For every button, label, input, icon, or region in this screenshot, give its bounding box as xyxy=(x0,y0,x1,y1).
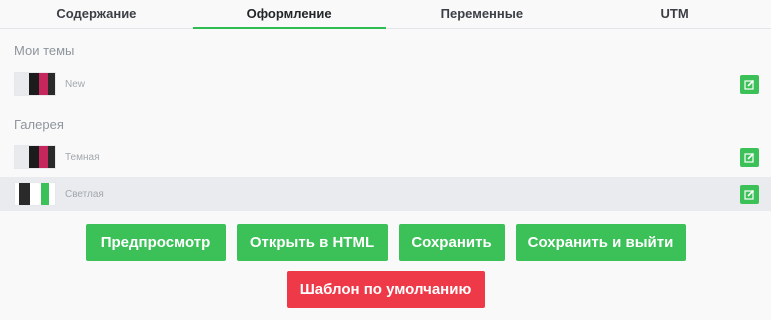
default-template-button[interactable]: Шаблон по умолчанию xyxy=(286,271,485,308)
tab-design[interactable]: Оформление xyxy=(192,0,386,29)
theme-name: Светлая xyxy=(65,188,104,200)
edit-theme-button[interactable] xyxy=(740,74,759,94)
tab-variables[interactable]: Переменные xyxy=(386,0,579,28)
theme-row-dark[interactable]: Темная xyxy=(0,140,771,174)
edit-icon xyxy=(744,152,755,163)
gallery-title: Галерея xyxy=(14,117,64,132)
tab-bar: Содержание Оформление Переменные UTM xyxy=(0,0,771,29)
save-and-exit-button[interactable]: Сохранить и выйти xyxy=(515,224,686,261)
theme-thumbnail xyxy=(14,72,56,96)
save-button[interactable]: Сохранить xyxy=(398,224,505,261)
action-buttons: Предпросмотр Открыть в HTML Сохранить Со… xyxy=(0,224,771,261)
theme-name: Темная xyxy=(65,151,100,163)
theme-row-light[interactable]: Светлая xyxy=(0,177,771,211)
edit-icon xyxy=(744,79,755,90)
edit-icon xyxy=(744,189,755,200)
theme-thumbnail xyxy=(14,182,56,206)
theme-row-new[interactable]: New xyxy=(0,67,771,101)
secondary-buttons: Шаблон по умолчанию xyxy=(0,271,771,308)
my-themes-title: Мои темы xyxy=(14,43,75,58)
tab-utm[interactable]: UTM xyxy=(578,0,771,28)
edit-theme-button[interactable] xyxy=(740,184,759,204)
tab-content[interactable]: Содержание xyxy=(0,0,193,28)
theme-name: New xyxy=(65,78,86,90)
open-html-button[interactable]: Открыть в HTML xyxy=(236,224,388,261)
preview-button[interactable]: Предпросмотр xyxy=(85,224,226,261)
theme-thumbnail xyxy=(14,145,56,169)
edit-theme-button[interactable] xyxy=(740,147,759,167)
